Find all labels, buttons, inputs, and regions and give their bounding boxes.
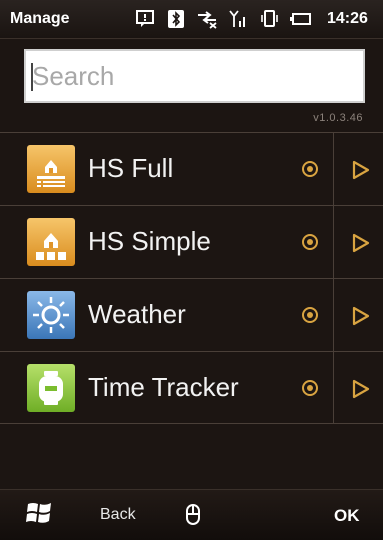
search-box[interactable] <box>24 49 365 103</box>
vibrate-icon[interactable] <box>258 8 280 30</box>
text-caret <box>31 63 33 91</box>
signal-icon[interactable] <box>227 8 249 30</box>
list-item-time-tracker[interactable]: Time Tracker <box>0 351 383 424</box>
radio-button[interactable] <box>302 161 318 177</box>
app-label: HS Full <box>88 153 174 183</box>
window-title: Manage <box>10 10 70 27</box>
data-connection-icon[interactable] <box>196 8 218 30</box>
input-panel-icon[interactable] <box>185 502 201 531</box>
app-label: Time Tracker <box>88 372 239 402</box>
play-arrow-icon[interactable] <box>352 233 370 258</box>
play-arrow-icon[interactable] <box>352 160 370 185</box>
ok-button[interactable]: OK <box>334 506 360 526</box>
list-item-hs-full[interactable]: HS Full <box>0 132 383 205</box>
radio-button[interactable] <box>302 234 318 250</box>
battery-icon[interactable] <box>289 8 311 30</box>
hs-simple-icon <box>27 218 75 266</box>
version-label: v1.0.3.46 <box>313 112 363 124</box>
divider <box>333 133 334 205</box>
clock[interactable]: 14:26 <box>327 10 368 28</box>
divider <box>333 279 334 351</box>
time-tracker-icon <box>27 364 75 412</box>
list-item-hs-simple[interactable]: HS Simple <box>0 205 383 278</box>
windows-start-icon[interactable] <box>25 500 55 533</box>
list-item-weather[interactable]: Weather <box>0 278 383 351</box>
app-label: Weather <box>88 299 186 329</box>
bluetooth-icon[interactable] <box>165 8 187 30</box>
status-icons <box>134 8 311 30</box>
status-bar: Manage 14:26 <box>0 0 383 39</box>
weather-icon <box>27 291 75 339</box>
back-button[interactable]: Back <box>100 506 136 524</box>
divider <box>333 352 334 424</box>
divider <box>333 206 334 278</box>
app-list: HS Full HS Simple Weather Time Tracker <box>0 132 383 424</box>
radio-button[interactable] <box>302 307 318 323</box>
hs-full-icon <box>27 145 75 193</box>
search-input[interactable] <box>26 51 363 101</box>
softkey-bar: Back OK <box>0 489 383 540</box>
radio-button[interactable] <box>302 380 318 396</box>
app-label: HS Simple <box>88 226 211 256</box>
play-arrow-icon[interactable] <box>352 306 370 331</box>
play-arrow-icon[interactable] <box>352 379 370 404</box>
notification-icon[interactable] <box>134 8 156 30</box>
